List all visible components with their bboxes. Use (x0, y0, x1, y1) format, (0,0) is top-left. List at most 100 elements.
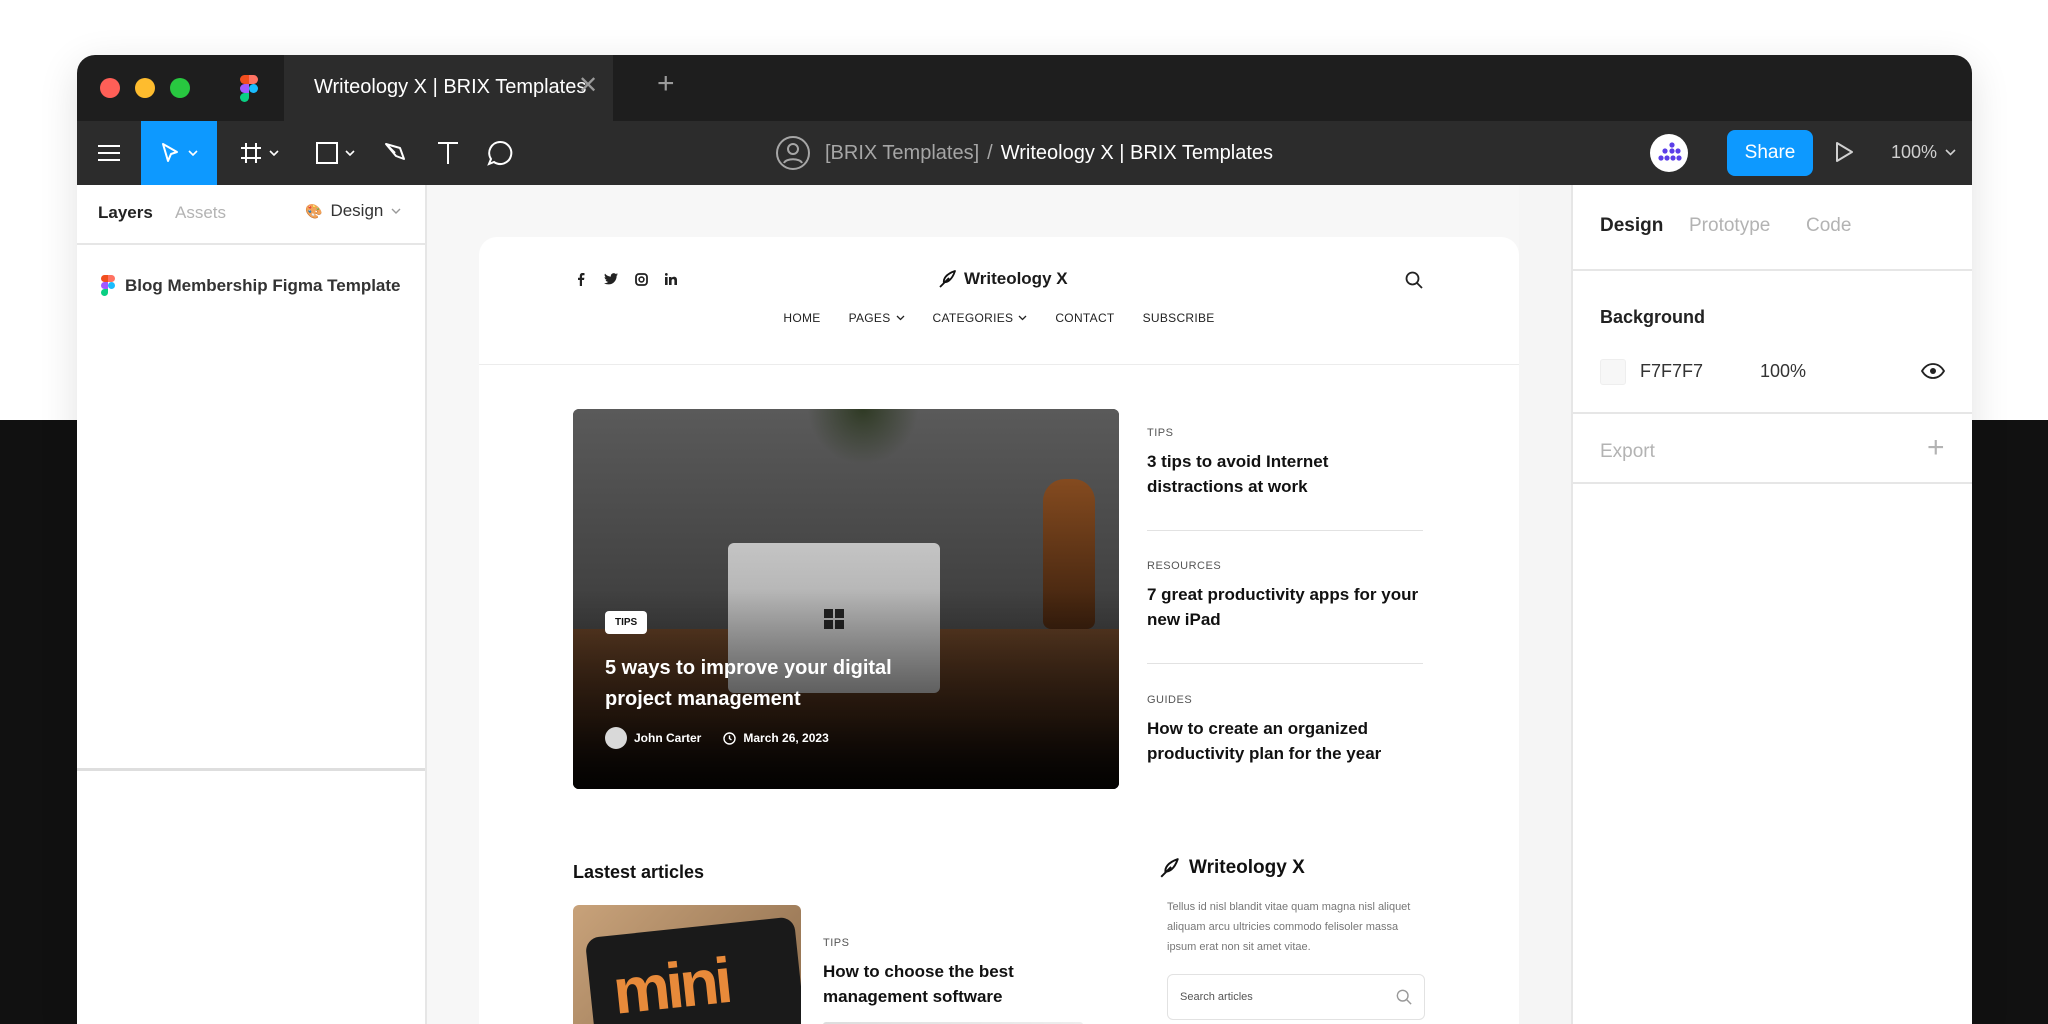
nav-subscribe[interactable]: SUBSCRIBE (1143, 311, 1215, 325)
background-color-swatch[interactable] (1600, 359, 1626, 385)
layer-item[interactable]: Blog Membership Figma Template (101, 275, 401, 296)
export-section-title: Export (1600, 441, 1655, 462)
share-button[interactable]: Share (1727, 130, 1813, 176)
new-tab-button[interactable]: + (657, 69, 675, 99)
facebook-icon[interactable] (573, 271, 589, 287)
close-window-button[interactable] (100, 78, 120, 98)
nav-categories[interactable]: CATEGORIES (933, 311, 1028, 325)
figma-window: Writeology X | BRIX Templates ✕ + [BRIX … (77, 55, 1972, 1024)
left-panel-tabs: Layers Assets 🎨 Design (77, 185, 425, 245)
chevron-down-icon (1945, 149, 1956, 156)
widget-logo-text: Writeology X (1189, 857, 1305, 878)
background-opacity-input[interactable]: 100% (1760, 361, 1806, 382)
side-post-title: How to create an organized productivity … (1147, 719, 1382, 763)
shape-tool-button[interactable] (303, 121, 367, 185)
present-button[interactable] (1834, 141, 1854, 168)
search-articles-input[interactable]: Search articles (1167, 974, 1425, 1020)
background-hex-input[interactable]: F7F7F7 (1640, 361, 1703, 382)
article-title[interactable]: How to choose the best management softwa… (823, 959, 1063, 1009)
divider (1147, 663, 1423, 664)
hero-image-plant (803, 409, 923, 469)
linkedin-icon[interactable] (663, 271, 679, 287)
site-logo[interactable]: Writeology X (938, 269, 1068, 289)
chevron-down-icon (188, 150, 198, 156)
tab-prototype[interactable]: Prototype (1689, 215, 1770, 237)
site-frame[interactable]: Writeology X HOME PAGES CATEGORIES CONTA… (479, 237, 1519, 1024)
side-post[interactable]: GUIDES How to create an organized produc… (1147, 694, 1423, 766)
maximize-window-button[interactable] (170, 78, 190, 98)
nav-pages[interactable]: PAGES (849, 311, 905, 325)
rectangle-icon (316, 142, 338, 164)
add-export-button[interactable]: + (1927, 433, 1945, 463)
nav-home[interactable]: HOME (783, 311, 820, 325)
chevron-down-icon (1018, 315, 1027, 321)
widget-logo: Writeology X (1159, 857, 1305, 879)
tab-code[interactable]: Code (1806, 215, 1851, 237)
category-badge[interactable]: TIPS (605, 611, 648, 634)
team-name: [BRIX Templates] (825, 141, 980, 164)
background-section-title: Background (1600, 307, 1706, 327)
nav-label: CATEGORIES (932, 311, 1014, 325)
visibility-toggle[interactable] (1920, 363, 1946, 384)
play-icon (1836, 142, 1853, 162)
site-logo-text: Writeology X (964, 269, 1068, 288)
side-post[interactable]: RESOURCES 7 great productivity apps for … (1147, 560, 1423, 632)
figma-file-icon (101, 275, 115, 296)
team-avatar-icon (776, 136, 810, 170)
multiplayer-dots-icon (1658, 142, 1682, 161)
page-dropdown[interactable]: 🎨 Design (305, 201, 401, 221)
minimize-window-button[interactable] (135, 78, 155, 98)
file-name: Writeology X | BRIX Templates (1000, 141, 1274, 164)
chevron-down-icon (269, 150, 279, 156)
cursor-icon (162, 143, 178, 162)
search-placeholder: Search articles (1180, 991, 1253, 1003)
frame-tool-button[interactable] (227, 121, 291, 185)
user-avatar[interactable] (1650, 134, 1688, 172)
file-tab[interactable]: Writeology X | BRIX Templates ✕ (284, 55, 613, 121)
close-tab-icon[interactable]: ✕ (578, 74, 598, 98)
featured-post-card[interactable]: TIPS 5 ways to improve your digital proj… (573, 409, 1119, 789)
social-links (573, 271, 679, 287)
text-tool-button[interactable] (423, 121, 473, 185)
nav-contact[interactable]: CONTACT (1055, 311, 1114, 325)
tab-assets[interactable]: Assets (175, 203, 226, 223)
author-avatar (605, 727, 627, 749)
tab-layers[interactable]: Layers (98, 203, 153, 223)
chevron-down-icon (896, 315, 905, 321)
nav-label: HOME (783, 311, 821, 325)
site-header: Writeology X HOME PAGES CATEGORIES CONTA… (479, 237, 1519, 365)
site-search-button[interactable] (1405, 271, 1423, 294)
article-thumbnail[interactable]: mini (573, 905, 801, 1024)
post-date: March 26, 2023 (743, 731, 829, 745)
search-icon (1396, 989, 1412, 1005)
move-tool-button[interactable] (141, 121, 217, 185)
author-name: John Carter (634, 731, 702, 745)
eye-icon (1920, 363, 1946, 379)
nav-label: SUBSCRIBE (1142, 311, 1215, 325)
palette-icon: 🎨 (305, 202, 323, 219)
post-meta: John Carter March 26, 2023 (605, 727, 829, 749)
layer-name: Blog Membership Figma Template (125, 275, 401, 295)
figma-logo-icon[interactable] (240, 75, 258, 107)
pen-tool-button[interactable] (371, 121, 421, 185)
zoom-level: 100% (1891, 142, 1938, 162)
twitter-icon[interactable] (603, 271, 619, 287)
section-divider (1573, 482, 1972, 484)
side-post-title: 7 great productivity apps for your new i… (1147, 585, 1419, 629)
instagram-icon[interactable] (633, 271, 649, 287)
side-post[interactable]: TIPS 3 tips to avoid Internet distractio… (1147, 427, 1423, 499)
properties-tabs: Design Prototype Code (1573, 185, 1972, 271)
comment-tool-button[interactable] (475, 121, 525, 185)
article-category: TIPS (823, 937, 850, 949)
tab-design[interactable]: Design (1600, 215, 1663, 237)
page-dropdown-label: Design (330, 201, 384, 220)
nav-label: CONTACT (1055, 311, 1115, 325)
breadcrumb-separator: / (987, 141, 993, 164)
breadcrumb[interactable]: [BRIX Templates] / Writeology X | BRIX T… (775, 134, 1273, 172)
canvas[interactable]: Writeology X HOME PAGES CATEGORIES CONTA… (427, 185, 1571, 1024)
main-menu-button[interactable] (77, 121, 141, 185)
zoom-dropdown[interactable]: 100% (1891, 142, 1956, 163)
left-panel: Layers Assets 🎨 Design Blog Membership F… (77, 185, 427, 1024)
search-icon (1405, 271, 1423, 289)
chevron-down-icon (391, 208, 401, 214)
